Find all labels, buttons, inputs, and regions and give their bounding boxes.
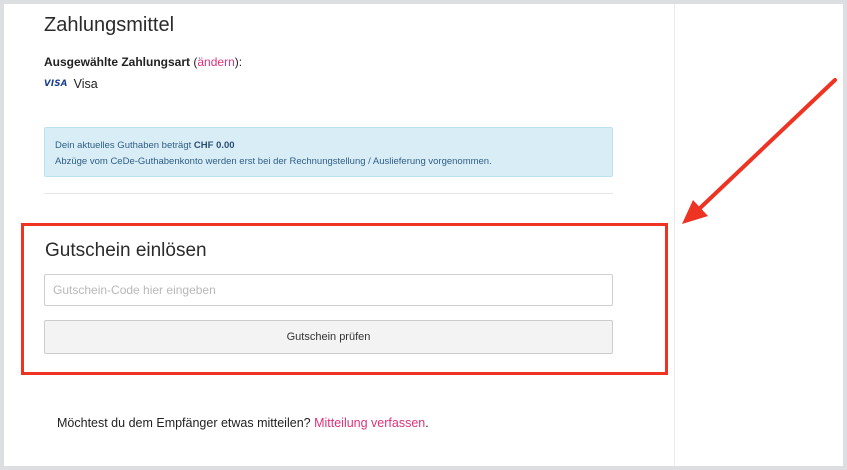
check-voucher-button[interactable]: Gutschein prüfen	[44, 320, 613, 354]
balance-info-alert: Dein aktuelles Guthaben beträgt CHF 0.00…	[44, 127, 613, 177]
card-name: Visa	[73, 77, 98, 91]
message-prompt: Möchtest du dem Empfänger etwas mitteile…	[57, 416, 429, 430]
message-suffix: .	[425, 416, 429, 430]
checkout-main-column	[16, 4, 674, 466]
selected-payment-label: Ausgewählte Zahlungsart (ändern):	[44, 55, 242, 69]
compose-message-link[interactable]: Mitteilung verfassen	[314, 416, 425, 430]
change-payment-link[interactable]: ändern	[197, 55, 234, 69]
selected-card-row: VISA Visa	[44, 77, 98, 91]
message-question: Möchtest du dem Empfänger etwas mitteile…	[57, 416, 315, 430]
balance-line: Dein aktuelles Guthaben beträgt CHF 0.00	[55, 138, 602, 154]
balance-note: Abzüge vom CeDe-Guthabenkonto werden ers…	[55, 156, 492, 167]
selected-payment-heading: Ausgewählte Zahlungsart	[44, 55, 191, 69]
section-divider	[44, 193, 613, 194]
balance-prefix: Dein aktuelles Guthaben beträgt	[55, 140, 194, 151]
voucher-section-title: Gutschein einlösen	[45, 240, 207, 261]
checkout-sidebar	[674, 4, 843, 466]
voucher-code-input[interactable]	[44, 274, 613, 306]
visa-logo-icon: VISA	[44, 79, 68, 89]
page-frame	[4, 4, 843, 466]
balance-amount: CHF 0.00	[193, 140, 235, 151]
payment-section-title: Zahlungsmittel	[44, 14, 175, 36]
paren-close: ):	[234, 55, 243, 69]
